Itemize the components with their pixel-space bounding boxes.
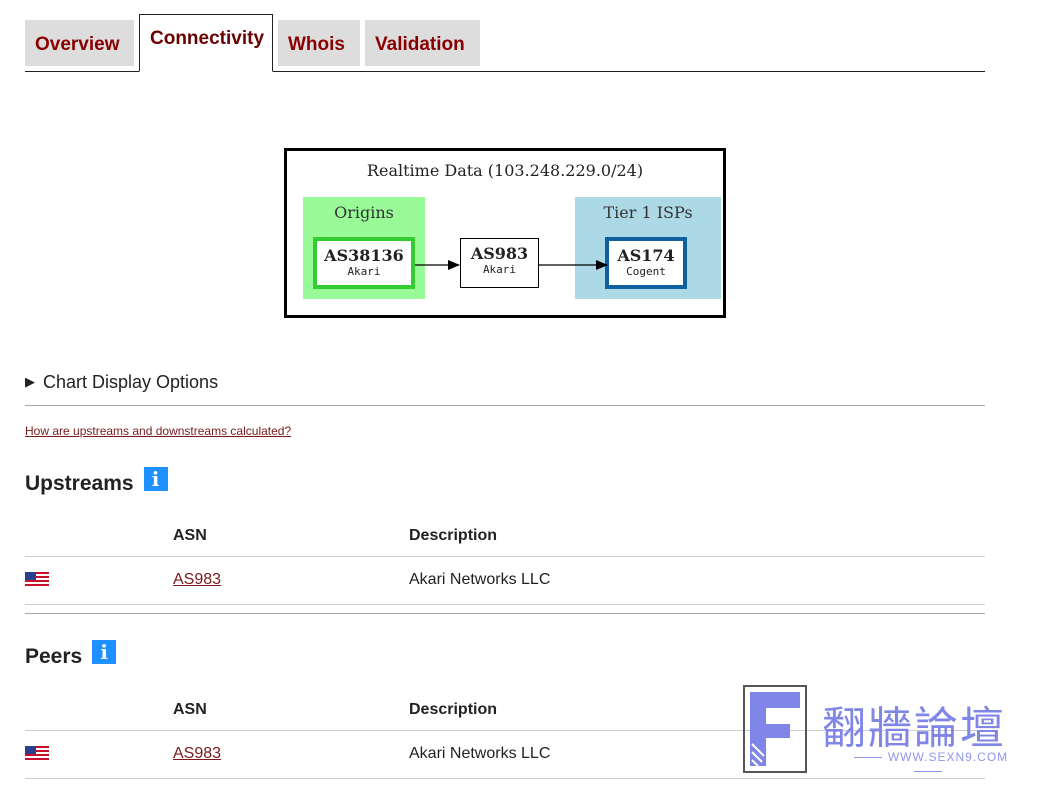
tab-overview[interactable]: Overview	[25, 20, 134, 66]
upstreams-heading: Upstreams i	[25, 467, 168, 496]
description-column-header: Description	[409, 516, 985, 557]
asn-link[interactable]: AS983	[173, 745, 221, 762]
description-cell: Akari Networks LLC	[409, 556, 985, 605]
watermark-text: 翻牆論壇	[822, 703, 1006, 754]
upstreams-title: Upstreams	[25, 472, 134, 495]
peers-heading: Peers i	[25, 640, 117, 669]
connectivity-graph: Realtime Data (103.248.229.0/24) Origins…	[284, 148, 726, 318]
tab-connectivity[interactable]: Connectivity	[139, 14, 273, 72]
watermark: 翻牆論壇 WWW.SEXN9.COM	[742, 684, 1042, 776]
tab-validation[interactable]: Validation	[365, 20, 480, 66]
asn-column-header: ASN	[173, 516, 409, 557]
disclosure-triangle-icon: ▶	[25, 374, 35, 389]
asn-link[interactable]: AS983	[173, 571, 221, 588]
chart-display-options[interactable]: ▶ Chart Display Options	[25, 372, 985, 406]
us-flag-icon	[25, 745, 49, 762]
graph-edges	[415, 260, 608, 270]
upstreams-table: ASN Description AS983 Akari Networks LLC	[25, 516, 985, 605]
chart-display-options-label: Chart Display Options	[43, 372, 219, 392]
table-row: AS983 Akari Networks LLC	[25, 556, 985, 605]
section-divider	[25, 613, 985, 614]
tab-whois[interactable]: Whois	[278, 20, 360, 66]
info-icon[interactable]: i	[143, 467, 168, 491]
watermark-logo-icon	[743, 685, 807, 773]
us-flag-icon	[25, 571, 49, 588]
watermark-url: WWW.SEXN9.COM	[828, 750, 1028, 778]
asn-column-header: ASN	[173, 690, 409, 731]
flag-column-header	[25, 690, 173, 731]
tab-bar: Overview Connectivity Whois Validation	[25, 14, 985, 72]
upstreams-help-link[interactable]: How are upstreams and downstreams calcul…	[25, 424, 291, 438]
info-icon[interactable]: i	[92, 640, 117, 664]
table-header-row: ASN Description	[25, 516, 985, 557]
peers-title: Peers	[25, 645, 83, 668]
flag-column-header	[25, 516, 173, 557]
